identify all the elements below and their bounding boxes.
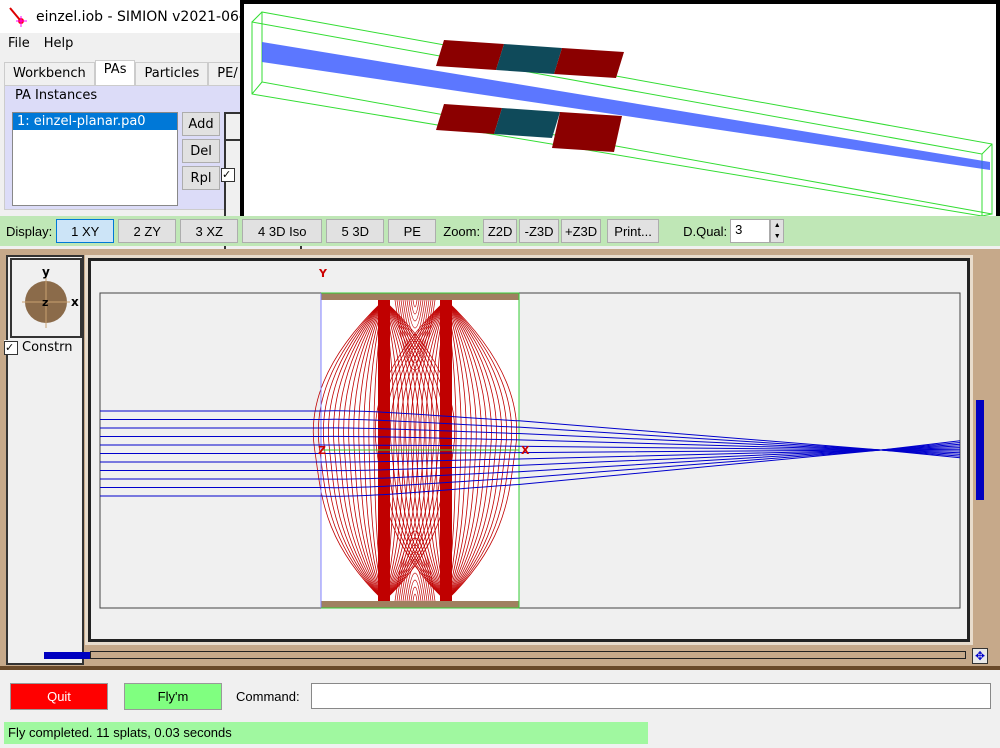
x-axis-label: X [521, 444, 530, 457]
command-label: Command: [236, 689, 300, 704]
tab-bar: Workbench PAs Particles PE/ [4, 60, 247, 86]
dqual-label: D.Qual: [683, 223, 728, 239]
view-pe-button[interactable]: PE [388, 219, 437, 243]
constrain-checkbox[interactable]: ✓ Constrn [4, 340, 77, 355]
pan-icon[interactable]: ✥ [972, 648, 988, 664]
y-axis-label: Y [318, 267, 328, 280]
orientation-compass[interactable]: y x z [10, 258, 82, 338]
quit-button[interactable]: Quit [10, 683, 108, 710]
command-bar: Quit Fly'm Command: [0, 673, 1000, 721]
status-bar: Fly completed. 11 splats, 0.03 seconds [4, 722, 648, 744]
compass-y-label: y [42, 265, 50, 279]
flym-button[interactable]: Fly'm [124, 683, 222, 710]
3d-preview-view [240, 0, 1000, 220]
view-5-3d-button[interactable]: 5 3D [326, 219, 385, 243]
add-button[interactable]: Add [182, 112, 220, 136]
command-input[interactable] [311, 683, 991, 709]
horizontal-scrollbar[interactable] [90, 651, 966, 659]
compass-x-label: x [71, 295, 79, 309]
dqual-input[interactable]: 3 [730, 219, 771, 243]
vertical-scroll-thumb[interactable] [976, 400, 984, 500]
electrode-strip-top [321, 293, 519, 300]
tab-particles[interactable]: Particles [135, 62, 209, 86]
pa-instances-label: PA Instances [15, 88, 98, 103]
compass-z-label: z [42, 296, 48, 309]
view-2-zy-button[interactable]: 2 ZY [118, 219, 177, 243]
display-toolbar: Display: 1 XY 2 ZY 3 XZ 4 3D Iso 5 3D PE… [0, 216, 1000, 246]
list-item[interactable]: 1: einzel-planar.pa0 [13, 113, 177, 130]
view-1-xy-button[interactable]: 1 XY [56, 219, 115, 243]
rpl-button[interactable]: Rpl [182, 166, 220, 190]
zoom-minus-z3d-button[interactable]: -Z3D [519, 219, 560, 243]
menu-help[interactable]: Help [44, 36, 74, 58]
electrode-strip-bottom [321, 601, 519, 608]
window-title: einzel.iob - SIMION v2021-06-26 [36, 8, 262, 25]
menu-file[interactable]: File [8, 36, 30, 58]
pa-instances-list[interactable]: 1: einzel-planar.pa0 [12, 112, 178, 206]
beam-3d [262, 42, 990, 170]
xy-view-svg: Y Z X [99, 267, 961, 609]
tab-pas[interactable]: PAs [94, 60, 136, 86]
simion-logo-icon [8, 6, 30, 28]
del-button[interactable]: Del [182, 139, 220, 163]
print-button[interactable]: Print... [607, 219, 660, 243]
dqual-spinner[interactable]: ▲ ▼ [770, 219, 785, 243]
workbench-view[interactable]: Y Z X [85, 255, 973, 645]
display-label: Display: [6, 223, 53, 239]
3d-preview-svg [251, 11, 993, 217]
z-axis-label: Z [318, 444, 326, 457]
view-3-xz-button[interactable]: 3 XZ [180, 219, 239, 243]
zoom-label: Zoom: [443, 223, 481, 239]
view-4-3d-iso-button[interactable]: 4 3D Iso [242, 219, 323, 243]
zoom-z2d-button[interactable]: Z2D [483, 219, 518, 243]
pa-instances-panel: PA Instances 1: einzel-planar.pa0 Add De… [4, 85, 302, 549]
checkmark-icon: ✓ [4, 340, 18, 355]
horizontal-scroll-thumb[interactable] [44, 652, 90, 659]
menu-bar: File Help [0, 36, 73, 58]
tab-workbench[interactable]: Workbench [4, 62, 95, 86]
checkbox[interactable]: ✓ [221, 168, 235, 182]
zoom-plus-z3d-button[interactable]: +Z3D [561, 219, 602, 243]
constrain-label: Constrn [22, 340, 73, 355]
